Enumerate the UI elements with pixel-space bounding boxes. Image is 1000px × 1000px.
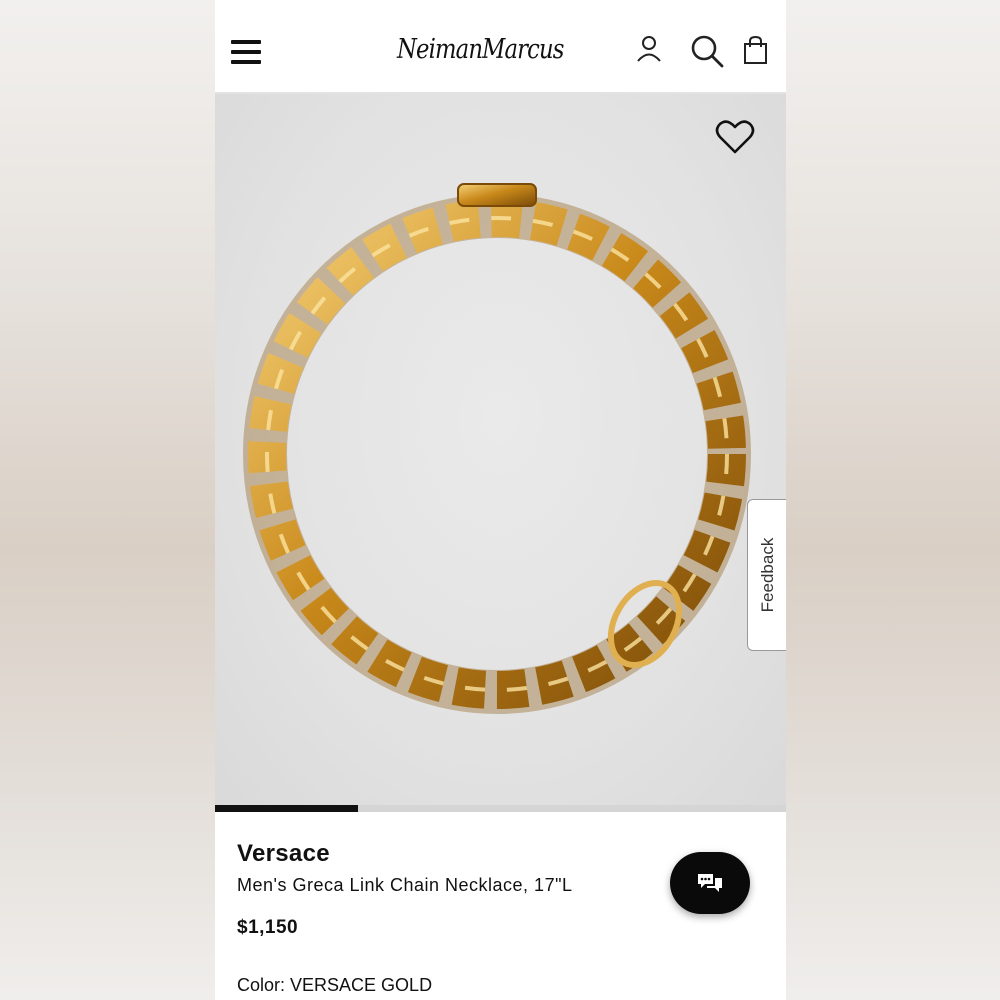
color-selector: Color: VERSACE GOLD: [237, 975, 432, 996]
feedback-tab[interactable]: Feedback: [747, 499, 786, 651]
shopping-bag-icon[interactable]: [743, 35, 769, 65]
heart-outline-icon[interactable]: [715, 118, 755, 156]
hamburger-menu-icon[interactable]: [231, 40, 261, 66]
mobile-page: NeimanMarcus Feedback Versace Men's Grec…: [215, 0, 786, 1000]
color-label: Color:: [237, 975, 286, 995]
feedback-label: Feedback: [757, 537, 777, 613]
image-progress-bar: [215, 805, 786, 812]
chat-button[interactable]: [670, 852, 750, 914]
chat-bubbles-icon: [698, 874, 722, 892]
site-header: NeimanMarcus: [215, 0, 786, 94]
product-name: Men's Greca Link Chain Necklace, 17"L: [237, 875, 573, 895]
background-blur-right: [786, 0, 1000, 1000]
product-brand[interactable]: Versace: [237, 840, 330, 868]
neiman-marcus-logo[interactable]: NeimanMarcus: [397, 24, 564, 76]
user-icon[interactable]: [635, 34, 663, 64]
color-value: VERSACE GOLD: [290, 975, 433, 995]
product-price: $1,150: [237, 917, 299, 938]
image-progress-fill: [215, 805, 358, 812]
product-image-gallery[interactable]: Feedback: [215, 94, 786, 812]
search-icon[interactable]: [689, 33, 725, 69]
background-blur-left: [0, 0, 215, 1000]
necklace-image: [243, 183, 751, 714]
